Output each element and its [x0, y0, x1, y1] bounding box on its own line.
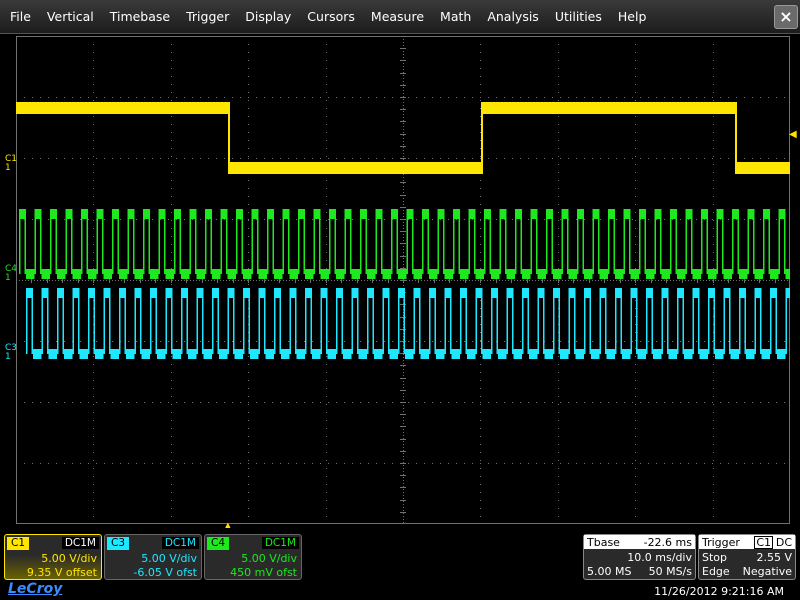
- status-panel: C1 DC1M 5.00 V/div 9.35 V offset C3 DC1M…: [0, 528, 800, 600]
- c4-marker-label: C4: [5, 264, 18, 274]
- menu-trigger[interactable]: Trigger: [178, 9, 237, 24]
- brand-logo[interactable]: LeCroy: [8, 581, 62, 597]
- c4-descriptor[interactable]: C4 DC1M 5.00 V/div 450 mV ofst: [204, 534, 302, 580]
- timebase-title: Tbase: [587, 536, 620, 549]
- c1-coupling: DC1M: [61, 537, 99, 549]
- c1-marker-label: C1: [5, 154, 18, 164]
- menu-bar: File Vertical Timebase Trigger Display C…: [0, 0, 800, 34]
- menu-math[interactable]: Math: [432, 9, 479, 24]
- menu-vertical[interactable]: Vertical: [39, 9, 102, 24]
- timebase-rate: 50 MS/s: [648, 565, 692, 578]
- timebase-samples: 5.00 MS: [587, 565, 632, 578]
- c3-ground-marker[interactable]: C3 1: [5, 344, 17, 362]
- trigger-slope: Negative: [742, 565, 792, 578]
- c4-tag: C4: [207, 537, 230, 550]
- trigger-level: 2.55 V: [756, 551, 792, 564]
- timebase-delay: -22.6 ms: [643, 536, 692, 549]
- trace-c3-waveform: [26, 288, 790, 359]
- menu-help[interactable]: Help: [610, 9, 655, 24]
- c1-descriptor[interactable]: C1 DC1M 5.00 V/div 9.35 V offset: [4, 534, 102, 580]
- menu-file[interactable]: File: [2, 9, 39, 24]
- trigger-source: C1: [754, 536, 773, 549]
- timestamp: 11/26/2012 9:21:16 AM: [654, 585, 784, 598]
- c4-coupling: DC1M: [261, 537, 299, 549]
- timebase-scale: 10.0 ms/div: [627, 551, 692, 564]
- c3-coupling: DC1M: [161, 537, 199, 549]
- c4-ground-marker[interactable]: C4 1: [5, 265, 17, 283]
- menu-cursors[interactable]: Cursors: [299, 9, 363, 24]
- c3-tag: C3: [107, 537, 130, 550]
- trigger-level-arrow-icon[interactable]: ◀: [789, 129, 797, 140]
- trigger-coupling: DC: [775, 536, 792, 549]
- trigger-type: Edge: [702, 565, 730, 578]
- menu-measure[interactable]: Measure: [363, 9, 432, 24]
- c4-offset: 450 mV ofst: [230, 566, 297, 579]
- c3-marker-label: C3: [5, 343, 18, 353]
- c1-offset: 9.35 V offset: [26, 566, 97, 579]
- waveform-display[interactable]: [16, 36, 790, 524]
- trigger-title: Trigger: [702, 536, 740, 549]
- menu-analysis[interactable]: Analysis: [479, 9, 547, 24]
- trigger-mode: Stop: [702, 551, 728, 564]
- close-button[interactable]: ×: [774, 5, 798, 29]
- menu-display[interactable]: Display: [237, 9, 299, 24]
- c3-scale: 5.00 V/div: [141, 552, 197, 565]
- menu-utilities[interactable]: Utilities: [547, 9, 610, 24]
- c1-tag: C1: [7, 537, 30, 550]
- timebase-descriptor[interactable]: Tbase -22.6 ms 10.0 ms/div 5.00 MS 50 MS…: [583, 534, 696, 580]
- trigger-descriptor[interactable]: Trigger C1 DC Stop 2.55 V Edge Negative: [698, 534, 796, 580]
- menu-timebase[interactable]: Timebase: [102, 9, 178, 24]
- c3-offset: -6.05 V ofst: [133, 566, 197, 579]
- c1-ground-marker[interactable]: C1 1: [5, 155, 17, 173]
- c4-scale: 5.00 V/div: [241, 552, 297, 565]
- c1-scale: 5.00 V/div: [41, 552, 97, 565]
- c3-descriptor[interactable]: C3 DC1M 5.00 V/div -6.05 V ofst: [104, 534, 202, 580]
